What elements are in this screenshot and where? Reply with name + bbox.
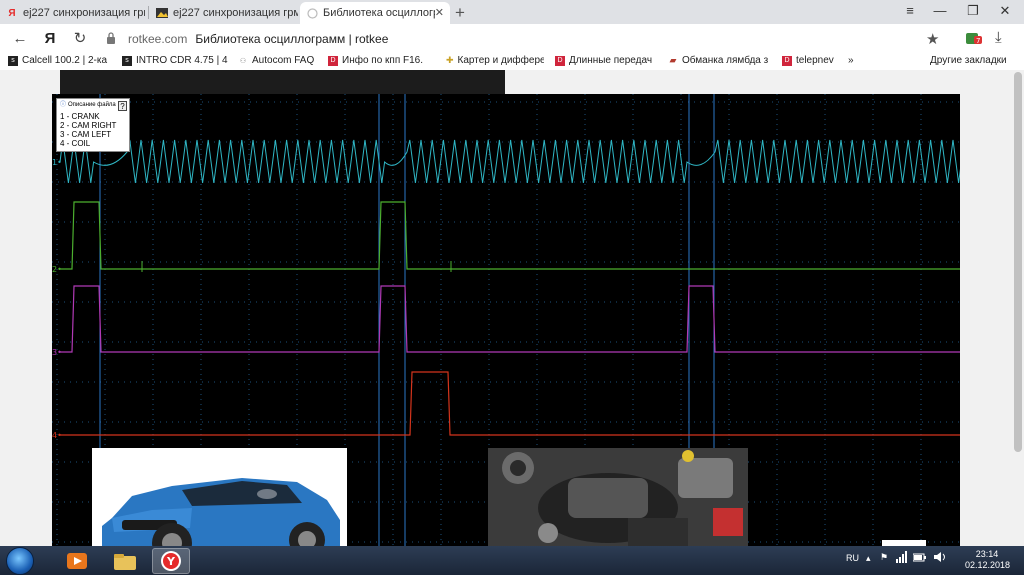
legend-item-crank: 1 - CRANK: [60, 112, 100, 121]
network-signal-icon[interactable]: [896, 551, 908, 565]
tab-ej227-2[interactable]: ej227 синхронизация грм с: [150, 2, 298, 24]
bookmark-item[interactable]: D Инфо по кпп F16.: [328, 55, 446, 66]
other-bookmarks-folder[interactable]: Другие закладки: [930, 55, 1007, 66]
tab-ej227-1[interactable]: Я ej227 синхронизация грм с: [0, 2, 145, 24]
media-player-icon[interactable]: [58, 548, 96, 574]
page-scrollbar[interactable]: [1012, 70, 1024, 546]
site-icon: s: [8, 55, 18, 66]
extension-icon[interactable]: 7: [965, 30, 983, 51]
language-indicator[interactable]: RU: [846, 553, 859, 563]
trace-crank: [59, 139, 962, 183]
address-page-title: Библиотека осциллограмм | rotkee: [195, 32, 389, 46]
address-bar[interactable]: rotkee.com Библиотека осциллограмм | rot…: [100, 27, 948, 51]
info-icon: ⓘ: [60, 102, 67, 108]
start-button[interactable]: [6, 547, 34, 575]
system-clock[interactable]: 23:14 02.12.2018: [965, 549, 1011, 571]
browser-toolbar: ← Я ↻ rotkee.com Библиотека осциллограмм…: [0, 24, 1024, 54]
bookmark-item[interactable]: D Длинные передач: [555, 55, 659, 66]
tab-separator: [148, 6, 149, 19]
yandex-icon: Я: [8, 7, 16, 19]
legend-item-coil: 4 - COIL: [60, 139, 91, 148]
volume-icon[interactable]: [934, 551, 948, 565]
tab-library[interactable]: Библиотека осциллограм ✕: [300, 2, 450, 24]
engine-photo[interactable]: [488, 448, 748, 546]
bookmark-star-icon[interactable]: ★: [926, 30, 939, 48]
menu-icon[interactable]: ≡: [895, 3, 925, 18]
bookmarks-more-button[interactable]: »: [848, 55, 854, 66]
drive2-icon: D: [328, 55, 338, 66]
bookmark-item[interactable]: ▰ Обманка лямбда з: [668, 55, 774, 66]
drive2-icon: D: [782, 55, 792, 66]
bookmark-item[interactable]: s Calcell 100.2 | 2-ка: [8, 55, 122, 66]
show-hidden-icons[interactable]: ▴: [866, 553, 871, 564]
windows-taskbar: Y RU ▴ ⚑ 23:14 02.12.2018: [0, 546, 1024, 575]
bookmark-item[interactable]: ✚ Картер и диффере: [446, 55, 544, 66]
close-tab-icon[interactable]: ✕: [435, 6, 444, 19]
image-icon: [156, 7, 168, 19]
network-icon: ⚇: [239, 57, 247, 65]
tab-strip: Я ej227 синхронизация грм с ej227 синхро…: [0, 0, 1024, 24]
page-content: 1• 2• 3• 4• ⓘ Описание файла ? 1 - CRANK 2 …: [0, 70, 1012, 546]
download-icon[interactable]: ⤓: [995, 29, 1002, 46]
car-icon: ▰: [669, 55, 677, 65]
help-button[interactable]: ?: [118, 101, 127, 111]
bookmarks-bar: s Calcell 100.2 | 2-ка s INTRO CDR 4.75 …: [0, 54, 1024, 70]
page-icon: [306, 7, 318, 19]
explorer-icon[interactable]: [106, 548, 144, 574]
trace-cam-right: [60, 201, 960, 270]
svg-text:7: 7: [976, 37, 980, 45]
scrollbar-thumb[interactable]: [1014, 72, 1022, 452]
address-domain: rotkee.com: [128, 32, 188, 46]
yandex-home-button[interactable]: Я: [40, 29, 60, 49]
minimize-button[interactable]: —: [925, 3, 955, 18]
clock-date: 02.12.2018: [965, 560, 1011, 570]
new-tab-button[interactable]: +: [455, 3, 465, 23]
restore-button[interactable]: ❐: [958, 3, 988, 19]
channel-marker: 1•: [52, 158, 62, 167]
clock-time: 23:14: [975, 549, 999, 559]
chevrolet-icon: ✚: [446, 55, 454, 65]
bookmark-item[interactable]: s INTRO CDR 4.75 | 4: [122, 55, 238, 66]
action-center-icon[interactable]: ⚑: [880, 552, 888, 563]
site-icon: s: [122, 55, 132, 66]
yandex-browser-icon[interactable]: Y: [152, 548, 190, 574]
channel-marker: 4•: [52, 431, 62, 440]
bookmark-item[interactable]: ⚇ Autocom FAQ: [238, 55, 324, 66]
back-button[interactable]: ←: [10, 29, 30, 49]
legend-header: Описание файла: [68, 102, 116, 108]
close-window-button[interactable]: ✕: [990, 3, 1020, 19]
legend-item-cam-right: 2 - CAM RIGHT: [60, 121, 117, 130]
svg-text:Y: Y: [166, 555, 176, 568]
drive2-icon: D: [555, 55, 565, 66]
header-strip: [60, 70, 505, 94]
legend-box: ⓘ Описание файла ? 1 - CRANK 2 - CAM RIG…: [56, 98, 130, 152]
bookmark-item[interactable]: D telepnev: [782, 55, 842, 66]
legend-item-cam-left: 3 - CAM LEFT: [60, 130, 112, 139]
trace-coil: [60, 371, 960, 436]
battery-icon[interactable]: [912, 551, 927, 565]
reload-button[interactable]: ↻: [70, 29, 90, 49]
channel-marker: 2•: [52, 265, 62, 274]
channel-marker: 3•: [52, 348, 62, 357]
car-photo[interactable]: [92, 448, 347, 546]
lock-icon: [106, 31, 120, 47]
